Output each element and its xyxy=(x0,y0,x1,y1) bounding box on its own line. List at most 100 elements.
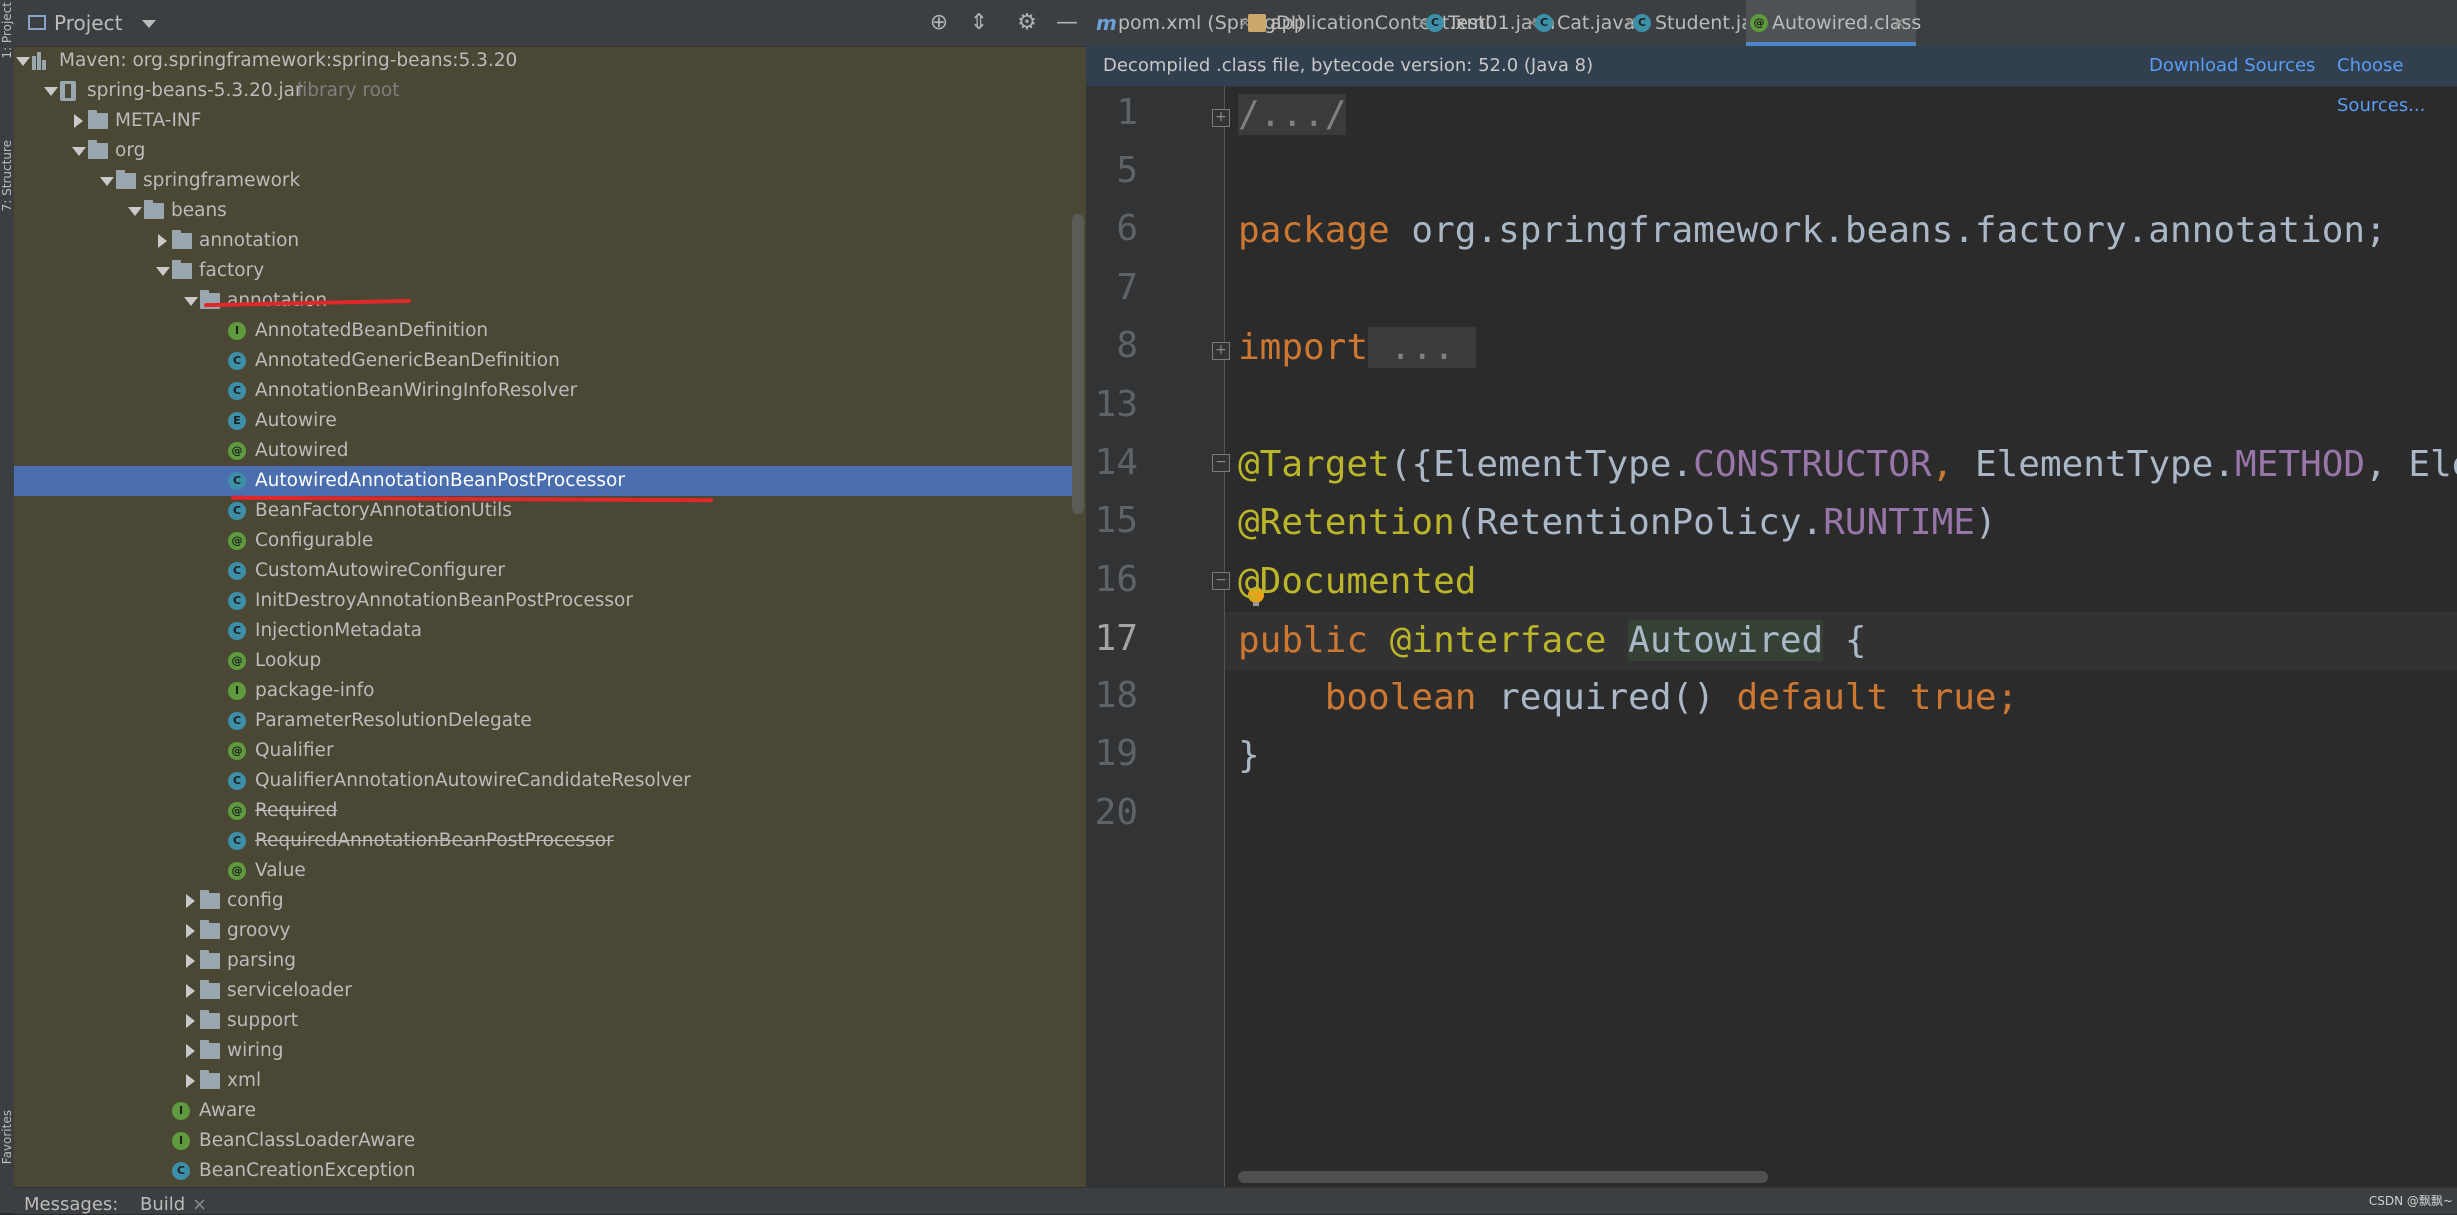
tree-row[interactable]: C BeanCreationException xyxy=(14,1156,1072,1186)
editor-horizontal-scrollbar[interactable] xyxy=(1238,1171,1768,1183)
tree-row[interactable]: E Autowire xyxy=(14,406,1072,436)
folded-imports[interactable]: ... xyxy=(1368,327,1477,368)
tree-row[interactable]: C AnnotationBeanWiringInfoResolver xyxy=(14,376,1072,406)
class-icon: C xyxy=(228,772,246,790)
fold-expand-icon[interactable]: + xyxy=(1212,342,1230,360)
folder-icon xyxy=(200,1010,220,1029)
tree-row[interactable]: I Aware xyxy=(14,1096,1072,1126)
line-number: 7 xyxy=(1116,267,1138,308)
interface-icon: I xyxy=(172,1132,190,1150)
tree-row[interactable]: C ParameterResolutionDelegate xyxy=(14,706,1072,736)
tree-row[interactable]: factory xyxy=(14,256,1072,286)
tree-row[interactable]: C InitDestroyAnnotationBeanPostProcessor xyxy=(14,586,1072,616)
locate-target-icon[interactable]: ⊕ xyxy=(926,10,952,36)
folder-icon xyxy=(200,950,220,969)
build-tab-close-icon[interactable]: × xyxy=(192,1194,207,1215)
structure-tool-tab[interactable]: 7: Structure xyxy=(0,140,14,211)
collapsed-arrow-icon[interactable] xyxy=(182,976,198,1006)
collapse-all-icon[interactable]: ⇕ xyxy=(966,10,992,36)
tree-row[interactable]: @ Required xyxy=(14,796,1072,826)
project-view-title[interactable]: Project xyxy=(54,11,122,35)
project-tool-tab[interactable]: 1: Project xyxy=(0,2,14,59)
fold-expand-icon[interactable]: + xyxy=(1212,109,1230,127)
tree-row[interactable]: C RequiredAnnotationBeanPostProcessor xyxy=(14,826,1072,856)
hide-panel-icon[interactable]: — xyxy=(1054,10,1080,36)
collapsed-arrow-icon[interactable] xyxy=(182,1006,198,1036)
tree-item-label: AutowiredAnnotationBeanPostProcessor xyxy=(255,470,625,491)
tree-row[interactable]: spring-beans-5.3.20.jar library root xyxy=(14,76,1072,106)
expanded-arrow-icon[interactable] xyxy=(182,286,198,316)
collapsed-arrow-icon[interactable] xyxy=(182,1036,198,1066)
tree-item-label: BeanCreationException xyxy=(199,1160,416,1181)
line-number: 20 xyxy=(1094,792,1138,833)
fold-collapse-icon[interactable]: − xyxy=(1212,454,1230,472)
tree-row[interactable]: annotation xyxy=(14,226,1072,256)
tree-row[interactable]: @ Qualifier xyxy=(14,736,1072,766)
expanded-arrow-icon[interactable] xyxy=(42,76,58,106)
tree-row[interactable]: config xyxy=(14,886,1072,916)
fold-collapse-icon[interactable]: − xyxy=(1212,572,1230,590)
collapsed-arrow-icon[interactable] xyxy=(182,886,198,916)
collapsed-arrow-icon[interactable] xyxy=(70,106,86,136)
expanded-arrow-icon[interactable] xyxy=(154,256,170,286)
expanded-arrow-icon[interactable] xyxy=(98,166,114,196)
class-icon: C xyxy=(228,472,246,490)
tree-row[interactable]: serviceloader xyxy=(14,976,1072,1006)
gear-icon[interactable]: ⚙ xyxy=(1014,10,1040,36)
tree-row[interactable]: C CustomAutowireConfigurer xyxy=(14,556,1072,586)
tree-row[interactable]: support xyxy=(14,1006,1072,1036)
editor-area: m pom.xml (SpringDI) × applicationContext.x… xyxy=(1086,0,2457,1187)
collapsed-arrow-icon[interactable] xyxy=(182,1066,198,1096)
tree-row[interactable]: org xyxy=(14,136,1072,166)
view-selector-dropdown-icon[interactable] xyxy=(142,20,156,28)
tree-row[interactable]: @ Value xyxy=(14,856,1072,886)
line-number: 1 xyxy=(1116,92,1138,133)
tree-row[interactable]: C AutowiredAnnotationBeanPostProcessor xyxy=(14,466,1072,496)
collapsed-arrow-icon[interactable] xyxy=(182,916,198,946)
tree-row[interactable]: groovy xyxy=(14,916,1072,946)
tree-item-label: BeanClassLoaderAware xyxy=(199,1130,416,1151)
tree-row[interactable]: @ Configurable xyxy=(14,526,1072,556)
collapsed-arrow-icon[interactable] xyxy=(154,226,170,256)
tree-item-label: Qualifier xyxy=(255,740,334,761)
editor-tab[interactable]: m pom.xml (SpringDI) × xyxy=(1092,0,1304,46)
tree-row[interactable]: C AnnotatedGenericBeanDefinition xyxy=(14,346,1072,376)
tree-row[interactable]: @ Lookup xyxy=(14,646,1072,676)
favorites-tool-tab[interactable]: Favorites xyxy=(0,1110,14,1164)
code-text: ({ElementType. xyxy=(1389,444,1694,485)
tree-row[interactable]: I BeanClassLoaderAware xyxy=(14,1126,1072,1156)
build-tab[interactable]: Build xyxy=(140,1194,185,1215)
expanded-arrow-icon[interactable] xyxy=(70,136,86,166)
line-number-gutter: 1 5 6 7 8 13 14 15 16 17 18 19 20 xyxy=(1086,86,1224,1187)
editor-tab[interactable]: CStudent.java× xyxy=(1629,0,1776,46)
tree-row[interactable]: META-INF xyxy=(14,106,1072,136)
tree-row[interactable]: I AnnotatedBeanDefinition xyxy=(14,316,1072,346)
tree-item-label: Autowire xyxy=(255,410,337,431)
tree-row[interactable]: Maven: org.springframework:spring-beans:… xyxy=(14,46,1072,76)
folded-header[interactable]: /.../ xyxy=(1238,94,1347,135)
annotation-retention: @Retention xyxy=(1238,502,1455,543)
tree-row[interactable]: Ipackage-info xyxy=(14,676,1072,706)
tab-close-icon[interactable]: × xyxy=(1892,0,1906,46)
collapsed-arrow-icon[interactable] xyxy=(182,946,198,976)
tree-row[interactable]: annotation xyxy=(14,286,1072,316)
tree-row[interactable]: parsing xyxy=(14,946,1072,976)
tree-row[interactable]: xml xyxy=(14,1066,1072,1096)
tree-row[interactable]: @ Autowired xyxy=(14,436,1072,466)
editor-tab[interactable]: C Test01.java × xyxy=(1422,0,1555,46)
tree-row[interactable]: C QualifierAnnotationAutowireCandidateRes… xyxy=(14,766,1072,796)
expanded-arrow-icon[interactable] xyxy=(126,196,142,226)
download-sources-link[interactable]: Download Sources xyxy=(2149,46,2315,86)
tree-row[interactable]: wiring xyxy=(14,1036,1072,1066)
expanded-arrow-icon[interactable] xyxy=(14,46,30,76)
editor-tab[interactable]: applicationContext.xml × xyxy=(1244,0,1490,46)
tree-row[interactable]: beans xyxy=(14,196,1072,226)
code-editor[interactable]: /.../ package org.springframework.beans.… xyxy=(1225,86,2457,776)
enum-constant: CONSTRUCTOR xyxy=(1693,444,1932,485)
tree-row[interactable]: C InjectionMetadata xyxy=(14,616,1072,646)
class-icon: C xyxy=(228,592,246,610)
project-scrollbar[interactable] xyxy=(1072,214,1084,514)
tree-row[interactable]: springframework xyxy=(14,166,1072,196)
editor-tab[interactable]: @ Autowired.class × xyxy=(1746,0,1921,46)
